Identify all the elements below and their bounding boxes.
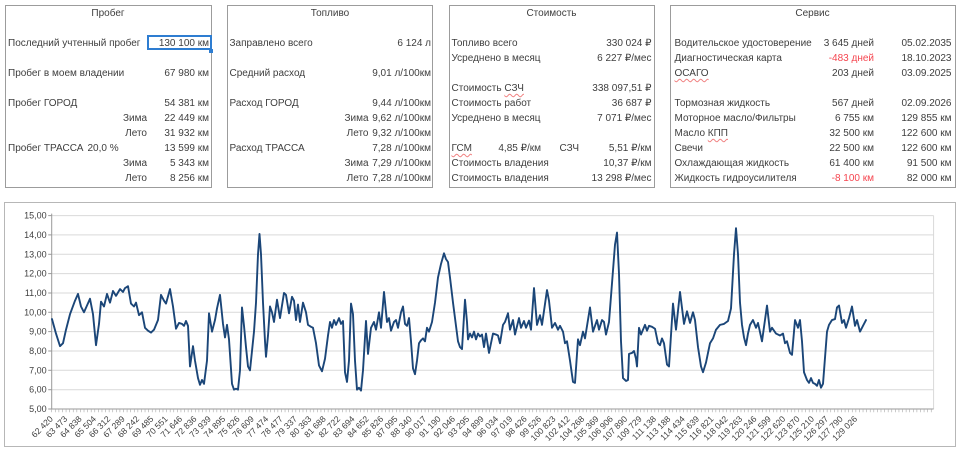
svg-text:5,00: 5,00 <box>29 404 47 414</box>
svg-text:11,00: 11,00 <box>25 288 47 298</box>
svg-text:15,00: 15,00 <box>24 211 47 221</box>
svg-text:8,00: 8,00 <box>29 346 47 356</box>
svg-text:10,00: 10,00 <box>24 307 47 317</box>
svg-text:12,00: 12,00 <box>24 269 47 279</box>
svg-text:13,00: 13,00 <box>24 249 47 259</box>
svg-text:9,00: 9,00 <box>29 327 47 337</box>
svg-text:6,00: 6,00 <box>29 385 47 395</box>
svg-text:14,00: 14,00 <box>24 230 47 240</box>
svg-text:7,00: 7,00 <box>29 365 47 375</box>
